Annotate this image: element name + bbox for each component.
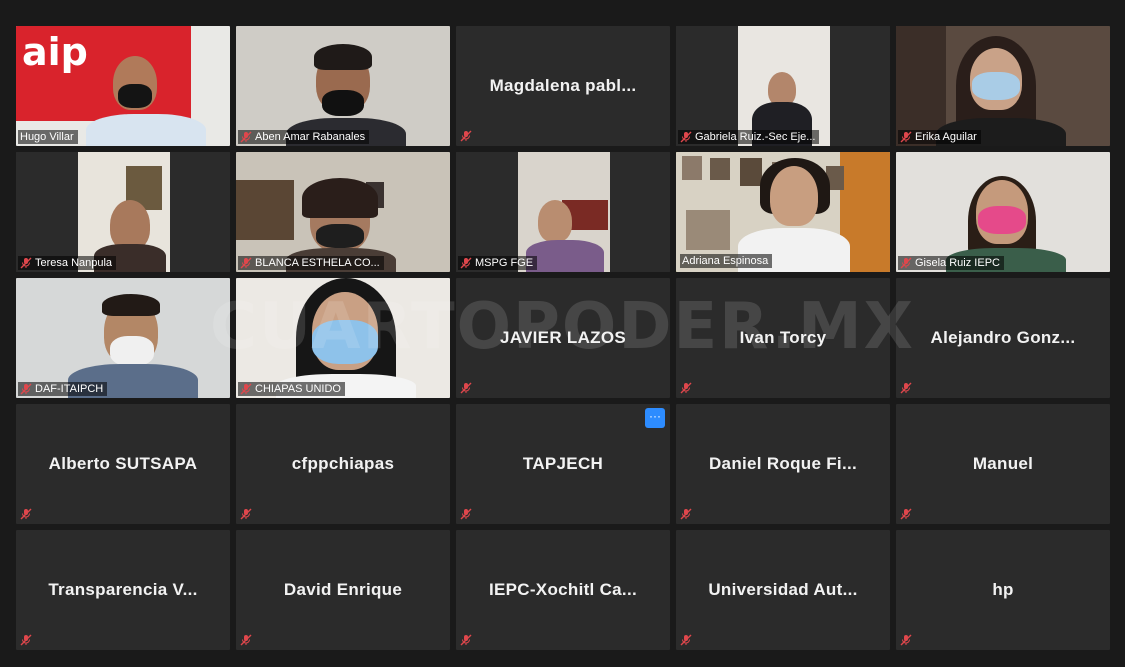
participant-tile-tapjech[interactable]: TAPJECH: [456, 404, 670, 524]
participant-display-name: Alberto SUTSAPA: [48, 454, 198, 473]
participant-display-name: Universidad Aut...: [708, 580, 858, 599]
muted-mic-icon: [680, 382, 692, 394]
participant-tile-aben-amar[interactable]: Aben Amar Rabanales: [236, 26, 450, 146]
participant-tile-david-enrique[interactable]: David Enrique: [236, 530, 450, 650]
muted-mic-icon: [240, 257, 252, 269]
name-tag: DAF-ITAIPCH: [18, 382, 108, 396]
participant-display-name: TAPJECH: [522, 454, 604, 473]
logo-image: aip: [22, 30, 88, 74]
participant-display-name: Ivan Torcy: [739, 328, 827, 347]
participant-display-name: David Enrique: [283, 580, 403, 599]
name-tag: BLANCA ESTHELA CO...: [238, 256, 384, 270]
muted-mic-icon: [20, 508, 32, 520]
muted-mic-icon: [240, 383, 252, 395]
muted-mic-icon: [900, 382, 912, 394]
muted-mic-icon: [460, 382, 472, 394]
muted-mic-icon: [460, 634, 472, 646]
more-options-button[interactable]: ···: [645, 408, 665, 428]
muted-mic-icon: [240, 508, 252, 520]
participant-tile-alberto-sutsapa[interactable]: Alberto SUTSAPA: [16, 404, 230, 524]
muted-mic-icon: [460, 508, 472, 520]
name-tag: Teresa Nanpula: [18, 256, 117, 270]
participant-tile-universidad-aut[interactable]: Universidad Aut...: [676, 530, 890, 650]
participant-tile-transparencia[interactable]: Transparencia V...: [16, 530, 230, 650]
name-tag: Adriana Espinosa: [680, 254, 773, 268]
video-feed: [896, 26, 1110, 146]
participant-tile-adriana-espinosa[interactable]: Adriana Espinosa: [676, 152, 890, 272]
participant-tile-magdalena[interactable]: Magdalena pabl...: [456, 26, 670, 146]
participant-tile-erika-aguilar[interactable]: Erika Aguilar: [896, 26, 1110, 146]
name-tag: CHIAPAS UNIDO: [238, 382, 345, 396]
muted-mic-icon: [900, 131, 912, 143]
participant-tile-hp[interactable]: hp: [896, 530, 1110, 650]
video-feed: [16, 278, 230, 398]
participant-display-name: JAVIER LAZOS: [499, 328, 627, 347]
muted-mic-icon: [460, 257, 472, 269]
video-feed: [896, 152, 1110, 272]
name-tag: Gabriela Ruiz.-Sec Eje...: [678, 130, 820, 144]
participant-display-name: IEPC-Xochitl Ca...: [488, 580, 638, 599]
muted-mic-icon: [900, 257, 912, 269]
participant-tile-cfppchiapas[interactable]: cfppchiapas: [236, 404, 450, 524]
participant-tile-hugo-villar[interactable]: aip Hugo Villar: [16, 26, 230, 146]
name-tag: MSPG FGE: [458, 256, 538, 270]
muted-mic-icon: [900, 508, 912, 520]
participant-display-name: Alejandro Gonz...: [930, 328, 1076, 347]
muted-mic-icon: [20, 383, 32, 395]
participant-tile-teresa-nanpula[interactable]: Teresa Nanpula: [16, 152, 230, 272]
participant-display-name: Manuel: [972, 454, 1034, 473]
participant-tile-alejandro-gonz[interactable]: Alejandro Gonz...: [896, 278, 1110, 398]
participant-tile-gabriela-ruiz[interactable]: Gabriela Ruiz.-Sec Eje...: [676, 26, 890, 146]
participant-grid: aip Hugo Villar Aben Amar Rabanales Magd…: [16, 26, 1110, 652]
participant-tile-blanca-esthela[interactable]: BLANCA ESTHELA CO...: [236, 152, 450, 272]
video-feed: [676, 26, 890, 146]
muted-mic-icon: [240, 634, 252, 646]
muted-mic-icon: [20, 634, 32, 646]
muted-mic-icon: [680, 508, 692, 520]
participant-display-name: Magdalena pabl...: [489, 76, 637, 95]
muted-mic-icon: [20, 257, 32, 269]
muted-mic-icon: [240, 131, 252, 143]
participant-tile-gisela-ruiz[interactable]: Gisela Ruiz IEPC: [896, 152, 1110, 272]
video-feed: [456, 152, 670, 272]
muted-mic-icon: [680, 634, 692, 646]
name-tag: Erika Aguilar: [898, 130, 981, 144]
participant-tile-manuel[interactable]: Manuel: [896, 404, 1110, 524]
video-feed: [236, 152, 450, 272]
participant-tile-ivan-torcy[interactable]: Ivan Torcy: [676, 278, 890, 398]
participant-display-name: hp: [992, 580, 1014, 599]
participant-display-name: cfppchiapas: [291, 454, 395, 473]
video-feed: [236, 26, 450, 146]
video-feed: aip: [16, 26, 230, 146]
name-tag: Aben Amar Rabanales: [238, 130, 370, 144]
participant-tile-daf-itaipch[interactable]: DAF-ITAIPCH: [16, 278, 230, 398]
name-tag: Gisela Ruiz IEPC: [898, 256, 1004, 270]
participant-tile-iepc-xochitl[interactable]: IEPC-Xochitl Ca...: [456, 530, 670, 650]
muted-mic-icon: [900, 634, 912, 646]
participant-tile-daniel-roque[interactable]: Daniel Roque Fi...: [676, 404, 890, 524]
participant-tile-chiapas-unido[interactable]: CHIAPAS UNIDO: [236, 278, 450, 398]
video-feed: [236, 278, 450, 398]
participant-tile-javier-lazos[interactable]: JAVIER LAZOS: [456, 278, 670, 398]
video-feed: [16, 152, 230, 272]
participant-display-name: Daniel Roque Fi...: [708, 454, 858, 473]
participant-tile-mspg-fge[interactable]: MSPG FGE: [456, 152, 670, 272]
muted-mic-icon: [460, 130, 472, 142]
muted-mic-icon: [680, 131, 692, 143]
participant-display-name: Transparencia V...: [48, 580, 198, 599]
name-tag: Hugo Villar: [18, 130, 78, 144]
